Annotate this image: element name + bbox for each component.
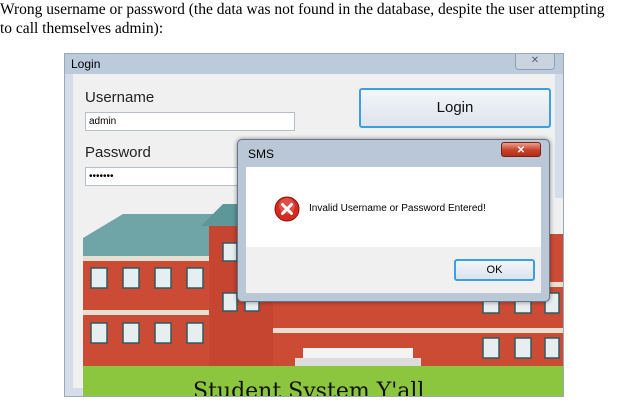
password-input[interactable]: •••••••	[85, 167, 240, 186]
dialog-message: Invalid Username or Password Entered!	[309, 203, 486, 214]
caption: Wrong username or password (the data was…	[0, 0, 644, 38]
caption-line-1: Wrong username or password (the data was…	[0, 1, 605, 18]
error-icon	[274, 196, 300, 222]
caption-line-2: to call themselves admin):	[0, 20, 164, 37]
dialog-close-button[interactable]: ✕	[501, 142, 541, 157]
ok-button[interactable]: OK	[454, 259, 535, 281]
username-label: Username	[85, 89, 155, 106]
login-titlebar[interactable]: Login ✕	[65, 54, 563, 74]
login-window-title: Login	[71, 57, 101, 71]
error-dialog: SMS ✕ Invalid Username or Password Enter…	[237, 139, 550, 302]
login-close-button[interactable]: ✕	[515, 54, 555, 70]
dialog-message-area: Invalid Username or Password Entered!	[246, 167, 541, 247]
password-label: Password	[85, 144, 151, 161]
login-button[interactable]: Login	[359, 88, 551, 128]
username-input[interactable]: admin	[85, 112, 295, 131]
banner-text: Student System Y'all	[193, 379, 425, 397]
dialog-title: SMS	[248, 147, 275, 161]
dialog-body: Invalid Username or Password Entered! OK	[246, 167, 541, 293]
